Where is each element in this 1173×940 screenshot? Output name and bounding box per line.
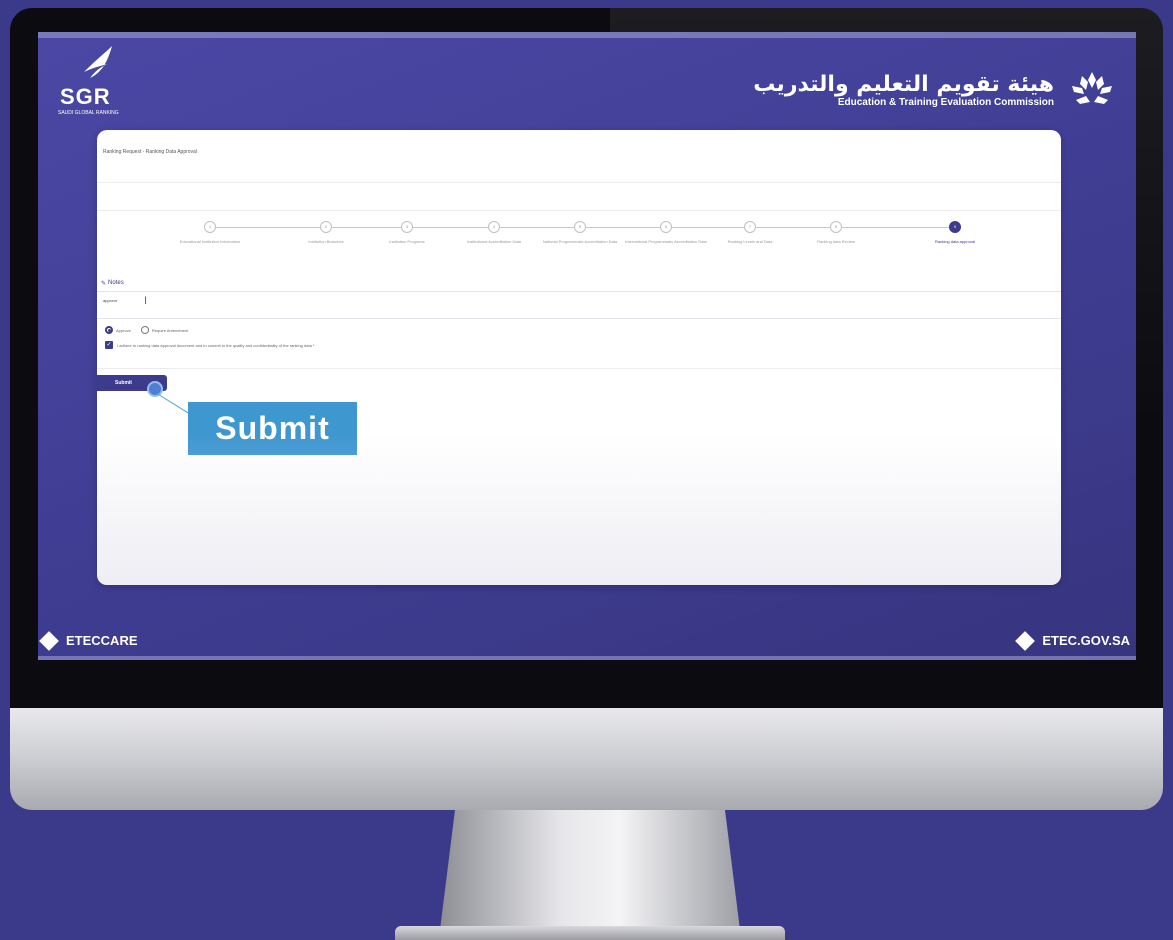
text-cursor-icon: I (144, 295, 148, 307)
notes-value: approve (103, 298, 118, 303)
step-number: 7 (744, 221, 756, 233)
breadcrumb: Ranking Request - Ranking Data Approval (103, 149, 197, 155)
step-label: National Programmatic Accreditation Data (542, 239, 618, 244)
callout-connector (156, 393, 192, 416)
etec-brand: هيئة تقويم التعليم والتدريب Education & … (753, 70, 1116, 110)
approve-radio-label: Approve (116, 327, 131, 333)
require-amendment-radio[interactable]: Require Amendment (140, 326, 189, 334)
step-label: Institution Branches (308, 239, 344, 244)
bird-icon (84, 46, 112, 78)
step-5[interactable]: 5 National Programmatic Accreditation Da… (535, 221, 625, 244)
step-1[interactable]: 1 Educational Institution Information (165, 221, 255, 244)
screen: SGR SAUDI GLOBAL RANKING هيئة تقويم التع… (38, 32, 1136, 660)
monitor-chin (10, 708, 1163, 810)
etec-diamond-icon (39, 630, 59, 651)
screen-top-border (38, 32, 1136, 38)
globe-icon (1015, 630, 1036, 651)
notes-label-text: Notes (108, 280, 124, 286)
require-amendment-radio-label: Require Amendment (151, 327, 189, 333)
step-9[interactable]: 9 Ranking data approval (910, 221, 1000, 244)
monitor-stand-base (395, 926, 785, 940)
step-label: Educational Institution Information (179, 239, 241, 244)
step-number: 3 (401, 221, 413, 233)
etec-english-name: Education & Training Evaluation Commissi… (837, 96, 1054, 108)
footer-left-label: ETECCARE (66, 633, 138, 648)
step-number: 9 (949, 221, 961, 233)
progress-stepper: 1 Educational Institution Information 2 … (179, 221, 999, 261)
step-number: 6 (660, 221, 672, 233)
radio-unselected-icon (140, 326, 149, 334)
declaration-text: I adhere to ranking data approval docume… (117, 342, 315, 348)
step-3[interactable]: 3 Institution Programs (362, 221, 452, 244)
step-label: International Programmatic Accreditation… (625, 239, 707, 244)
screen-bottom-border (38, 656, 1136, 660)
sgr-logo-text: SGR (60, 84, 111, 109)
checkbox-checked-icon[interactable]: ✓ (105, 341, 113, 349)
step-8[interactable]: 8 Ranking data Review (791, 221, 881, 244)
step-number: 2 (320, 221, 332, 233)
step-number: 5 (574, 221, 586, 233)
step-label: Institution Programs (389, 239, 425, 244)
step-4[interactable]: 4 Institutional Accreditation Data (449, 221, 539, 244)
step-label: Institutional Accreditation Data (467, 239, 521, 244)
divider (97, 210, 1061, 211)
footer-right: ETEC.GOV.SA (1015, 630, 1130, 651)
step-number: 4 (488, 221, 500, 233)
ranking-form-card: Ranking Request - Ranking Data Approval … (97, 130, 1061, 585)
step-6[interactable]: 6 International Programmatic Accreditati… (621, 221, 711, 244)
step-2[interactable]: 2 Institution Branches (281, 221, 371, 244)
etec-emblem-icon (1072, 72, 1112, 104)
step-number: 8 (830, 221, 842, 233)
sgr-logo: SGR SAUDI GLOBAL RANKING (56, 46, 136, 118)
notes-input[interactable]: approve I (97, 291, 1061, 319)
card-fade (97, 435, 1061, 585)
notes-icon: ✎ (101, 281, 107, 287)
step-label: Ranking data approval (934, 239, 976, 244)
declaration-checkbox-row[interactable]: ✓ I adhere to ranking data approval docu… (105, 341, 314, 349)
step-number: 1 (204, 221, 216, 233)
step-label: Ranking data Review (817, 239, 855, 244)
approve-radio[interactable]: Approve (105, 326, 131, 334)
footer-right-label: ETEC.GOV.SA (1042, 633, 1130, 648)
etec-arabic-name: هيئة تقويم التعليم والتدريب (753, 71, 1054, 97)
step-label: Ranking Levels and Data (727, 239, 773, 244)
monitor-stand (440, 810, 740, 930)
approval-options: Approve Require Amendment (105, 326, 188, 334)
radio-selected-icon (105, 326, 113, 334)
footer-left: ETECCARE (39, 630, 138, 651)
divider (97, 182, 1061, 183)
sgr-logo-subtitle: SAUDI GLOBAL RANKING (58, 110, 119, 116)
notes-label: ✎ Notes (101, 280, 124, 287)
step-7[interactable]: 7 Ranking Levels and Data (705, 221, 795, 244)
divider (97, 368, 1061, 369)
